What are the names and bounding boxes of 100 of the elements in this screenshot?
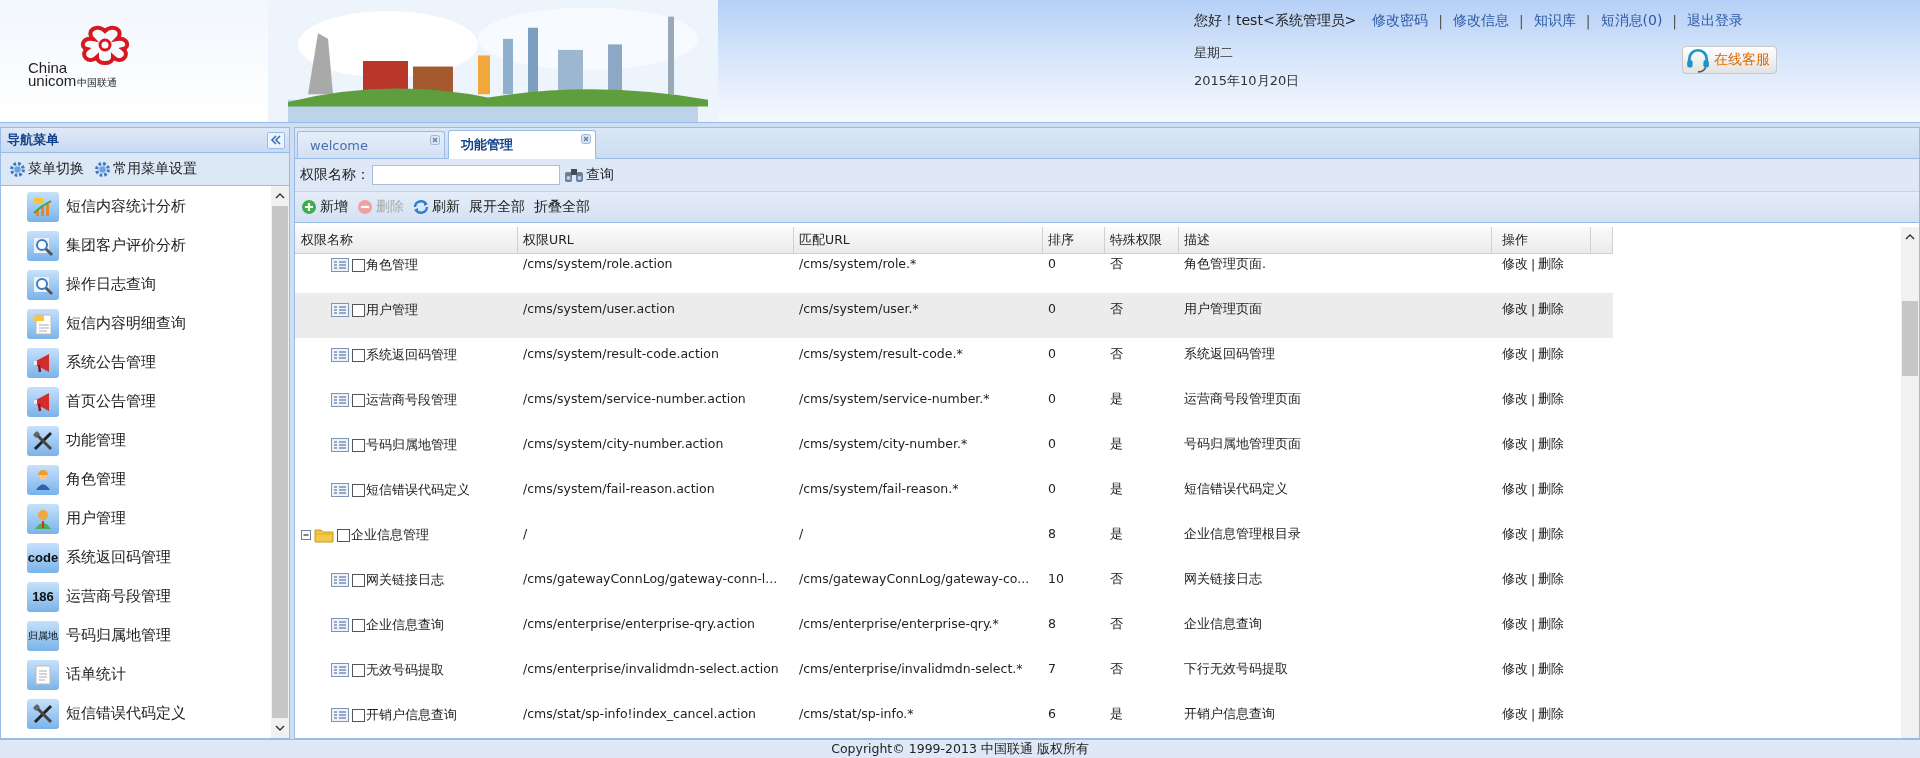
- menu-item[interactable]: 归属地 号码归属地管理: [1, 616, 271, 655]
- row-action-link[interactable]: 修改: [1502, 391, 1528, 408]
- column-header[interactable]: 权限名称: [295, 227, 518, 254]
- checkbox[interactable]: [352, 393, 365, 407]
- row-action-link[interactable]: 删除: [1538, 661, 1565, 678]
- row-action-link[interactable]: 删除: [1538, 436, 1565, 453]
- menu-item[interactable]: 操作日志查询: [1, 265, 271, 304]
- scrollbar-thumb[interactable]: [272, 206, 288, 718]
- row-action-link[interactable]: 修改: [1502, 256, 1528, 273]
- scroll-up-icon[interactable]: [275, 192, 285, 200]
- menu-item[interactable]: 话单统计: [1, 655, 271, 694]
- table-row[interactable]: 号码归属地管理 /cms/system/city-number.action /cms/system/city-number.* 0 是 号码归属地管理页面 修改 | 删除: [295, 428, 1613, 473]
- menu-tool-link[interactable]: 常用菜单设置: [94, 160, 197, 178]
- close-icon[interactable]: [581, 134, 591, 144]
- menu-item[interactable]: 角色管理: [1, 460, 271, 499]
- table-row[interactable]: 角色管理 /cms/system/role.action /cms/system/role.* 0 否 角色管理页面. 修改 | 删除: [295, 254, 1613, 293]
- table-row[interactable]: 用户管理 /cms/system/user.action /cms/system/user.* 0 否 用户管理页面 修改 | 删除: [295, 293, 1613, 338]
- row-action-link[interactable]: 删除: [1538, 526, 1565, 543]
- row-action-link[interactable]: 修改: [1502, 616, 1528, 633]
- menu-item[interactable]: 系统公告管理: [1, 343, 271, 382]
- close-icon[interactable]: [430, 135, 440, 145]
- column-header[interactable]: 权限URL: [518, 227, 794, 254]
- separator-text: |: [1531, 392, 1536, 407]
- checkbox[interactable]: [352, 483, 365, 497]
- menu-item[interactable]: 首页公告管理: [1, 382, 271, 421]
- checkbox[interactable]: [337, 528, 350, 542]
- header-link[interactable]: 退出登录: [1687, 12, 1744, 30]
- row-action-link[interactable]: 删除: [1538, 256, 1565, 273]
- table-cell-text: /cms/system/city-number.*: [798, 436, 969, 451]
- column-header[interactable]: 匹配URL: [794, 227, 1043, 254]
- checkbox[interactable]: [352, 348, 365, 362]
- table-cell-text: 10: [1047, 571, 1065, 586]
- table-cell-text: 是: [1109, 706, 1124, 723]
- table-row[interactable]: 企业信息查询 /cms/enterprise/enterprise-qry.action /cms/enterprise/enterprise-qry.* 8 否 企业信息查询 修改 | 删除: [295, 608, 1613, 653]
- row-action-link[interactable]: 修改: [1502, 706, 1528, 723]
- scroll-up-icon[interactable]: [1905, 233, 1915, 241]
- menu-item[interactable]: 短信错误代码定义: [1, 694, 271, 733]
- scroll-down-icon[interactable]: [275, 724, 285, 732]
- query-button[interactable]: 查询: [562, 166, 614, 184]
- table-row[interactable]: 运营商号段管理 /cms/system/service-number.action /cms/system/service-number.* 0 是 运营商号段管理页面 修改 | 删除: [295, 383, 1613, 428]
- row-action-link[interactable]: 修改: [1502, 661, 1528, 678]
- row-action-link[interactable]: 删除: [1538, 616, 1565, 633]
- checkbox[interactable]: [352, 573, 365, 587]
- row-action-link[interactable]: 删除: [1538, 706, 1565, 723]
- header-link[interactable]: 修改信息: [1453, 12, 1510, 30]
- tab[interactable]: welcome: [297, 131, 445, 158]
- table-row[interactable]: 网关链接日志 /cms/gatewayConnLog/gateway-conn-l... /cms/gatewayConnLog/gateway-co... 10 否 网关链接日志 修改 | 删除: [295, 563, 1613, 608]
- separator-text: |: [1531, 302, 1536, 317]
- table-row[interactable]: 开销户信息查询 /cms/stat/sp-info!index_cancel.action /cms/stat/sp-info.* 6 是 开销户信息查询 修改 | 删除: [295, 698, 1613, 738]
- checkbox[interactable]: [352, 708, 365, 722]
- column-header[interactable]: 操作: [1492, 227, 1591, 254]
- menu-tool-link[interactable]: 菜单切换: [9, 160, 84, 178]
- checkbox[interactable]: [352, 258, 365, 272]
- permission-name: 企业信息管理: [351, 526, 429, 544]
- row-action-link[interactable]: 修改: [1502, 526, 1528, 543]
- checkbox[interactable]: [352, 663, 365, 677]
- permission-name: 运营商号段管理: [366, 391, 457, 409]
- row-action-link[interactable]: 删除: [1538, 481, 1565, 498]
- row-action-link[interactable]: 删除: [1538, 346, 1565, 363]
- header-link[interactable]: 修改密码: [1372, 12, 1429, 30]
- column-header[interactable]: 排序: [1043, 227, 1105, 254]
- table-row[interactable]: 系统返回码管理 /cms/system/result-code.action /cms/system/result-code.* 0 否 系统返回码管理 修改 | 删除: [295, 338, 1613, 383]
- checkbox[interactable]: [352, 618, 365, 632]
- checkbox[interactable]: [352, 438, 365, 452]
- row-action-link[interactable]: 删除: [1538, 301, 1565, 318]
- checkbox[interactable]: [352, 303, 365, 317]
- row-action-link[interactable]: 修改: [1502, 301, 1528, 318]
- menu-item[interactable]: 短信内容明细查询: [1, 304, 271, 343]
- row-action-link[interactable]: 修改: [1502, 571, 1528, 588]
- column-header[interactable]: 特殊权限: [1105, 227, 1179, 254]
- toolbar-button[interactable]: 刷新: [413, 198, 460, 216]
- menu-item[interactable]: code 系统返回码管理: [1, 538, 271, 577]
- scrollbar-thumb[interactable]: [1902, 301, 1918, 376]
- table-row[interactable]: 企业信息管理 / / 8 是 企业信息管理根目录 修改 | 删除: [295, 518, 1613, 563]
- column-header[interactable]: 描述: [1179, 227, 1492, 254]
- row-action-link[interactable]: 修改: [1502, 436, 1528, 453]
- table-row[interactable]: 短信错误代码定义 /cms/system/fail-reason.action /cms/system/fail-reason.* 0 是 短信错误代码定义 修改 | 删除: [295, 473, 1613, 518]
- table-cell-text: 0: [1047, 301, 1057, 316]
- gear-icon: [94, 160, 111, 178]
- menu-item[interactable]: 短信内容统计分析: [1, 187, 271, 226]
- tree-toggle-icon[interactable]: [301, 530, 311, 540]
- menu-item[interactable]: 用户管理: [1, 499, 271, 538]
- toolbar-button[interactable]: 新增: [301, 198, 348, 216]
- row-action-link[interactable]: 修改: [1502, 346, 1528, 363]
- menu-item[interactable]: 186 运营商号段管理: [1, 577, 271, 616]
- row-action-link[interactable]: 删除: [1538, 571, 1565, 588]
- header-link[interactable]: 短消息(0): [1600, 12, 1663, 30]
- permission-name-field[interactable]: [372, 165, 560, 185]
- row-action-link[interactable]: 修改: [1502, 481, 1528, 498]
- table-cell-text: 否: [1109, 616, 1124, 633]
- menu-item[interactable]: 功能管理: [1, 421, 271, 460]
- header-link[interactable]: 知识库: [1533, 12, 1576, 30]
- collapse-button[interactable]: [267, 131, 285, 149]
- table-cell-text: 0: [1047, 346, 1057, 361]
- table-row[interactable]: 无效号码提取 /cms/enterprise/invalidmdn-select.action /cms/enterprise/invalidmdn-select.* 7 否 下行无效号码提取 修改 | 删除: [295, 653, 1613, 698]
- tab[interactable]: 功能管理: [448, 130, 596, 159]
- menu-item[interactable]: 集团客户评价分析: [1, 226, 271, 265]
- toolbar-button[interactable]: 展开全部: [469, 198, 525, 216]
- row-action-link[interactable]: 删除: [1538, 391, 1565, 408]
- toolbar-button[interactable]: 折叠全部: [534, 198, 590, 216]
